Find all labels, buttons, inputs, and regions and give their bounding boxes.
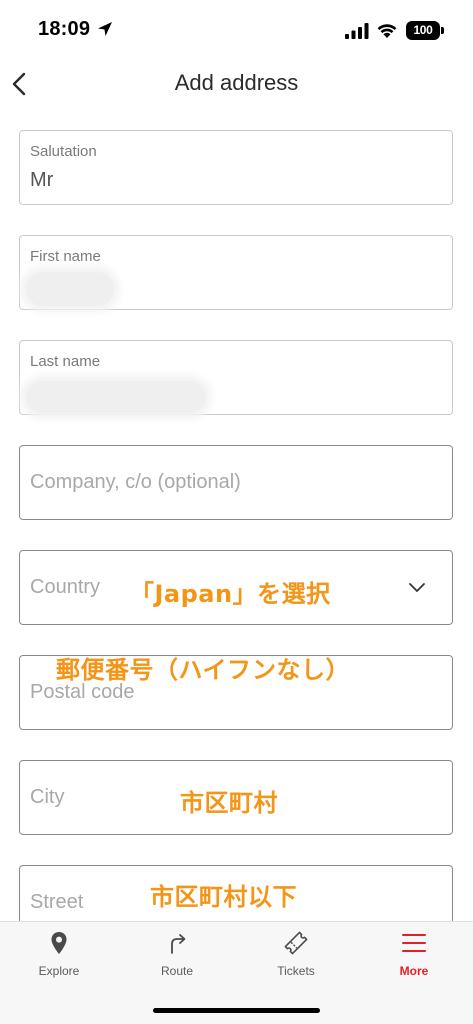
home-indicator bbox=[153, 1008, 320, 1013]
last-name-field[interactable]: Last name bbox=[19, 340, 453, 415]
company-placeholder: Company, c/o (optional) bbox=[30, 471, 241, 493]
wifi-icon bbox=[377, 24, 397, 38]
city-placeholder: City bbox=[30, 786, 65, 808]
country-placeholder: Country bbox=[30, 576, 101, 598]
last-name-label: Last name bbox=[30, 353, 101, 370]
salutation-label: Salutation bbox=[30, 143, 97, 160]
menu-icon bbox=[402, 934, 426, 952]
chevron-down-icon bbox=[409, 583, 425, 592]
battery-indicator: 100 bbox=[406, 21, 440, 40]
tab-explore-label: Explore bbox=[38, 964, 80, 978]
add-address-screen: 18:09 100 Add address Salutation Mr Firs… bbox=[0, 0, 473, 1024]
route-arrow-icon bbox=[171, 934, 186, 954]
first-name-label: First name bbox=[30, 248, 101, 265]
location-arrow-icon bbox=[98, 22, 112, 36]
first-name-field[interactable]: First name bbox=[19, 235, 453, 310]
tab-tickets[interactable]: Tickets bbox=[246, 930, 346, 992]
tab-explore[interactable]: Explore bbox=[9, 930, 109, 992]
cellular-signal-icon bbox=[345, 23, 369, 39]
status-bar: 18:09 100 bbox=[0, 0, 473, 58]
ticket-icon bbox=[284, 931, 308, 955]
salutation-field[interactable]: Salutation Mr bbox=[19, 130, 453, 205]
tab-more-label: More bbox=[399, 964, 429, 978]
page-title: Add address bbox=[174, 70, 299, 95]
location-pin-icon bbox=[51, 932, 67, 954]
street-annotation: 市区町村以下 bbox=[150, 883, 297, 911]
company-field[interactable]: Company, c/o (optional) bbox=[19, 445, 453, 520]
country-annotation: 「Japan」を選択 bbox=[130, 580, 331, 608]
last-name-redacted-value bbox=[26, 381, 206, 413]
tab-route-label: Route bbox=[160, 964, 194, 978]
city-annotation: 市区町村 bbox=[180, 789, 278, 817]
tab-tickets-label: Tickets bbox=[277, 964, 315, 978]
tab-route[interactable]: Route bbox=[127, 930, 227, 992]
salutation-value: Mr bbox=[30, 169, 54, 191]
battery-cap bbox=[441, 27, 444, 34]
status-time: 18:09 bbox=[38, 18, 91, 40]
tab-more[interactable]: More bbox=[364, 930, 464, 992]
street-placeholder: Street bbox=[30, 891, 84, 913]
postal-code-annotation: 郵便番号（ハイフンなし） bbox=[56, 656, 350, 684]
first-name-redacted-value bbox=[26, 272, 114, 306]
